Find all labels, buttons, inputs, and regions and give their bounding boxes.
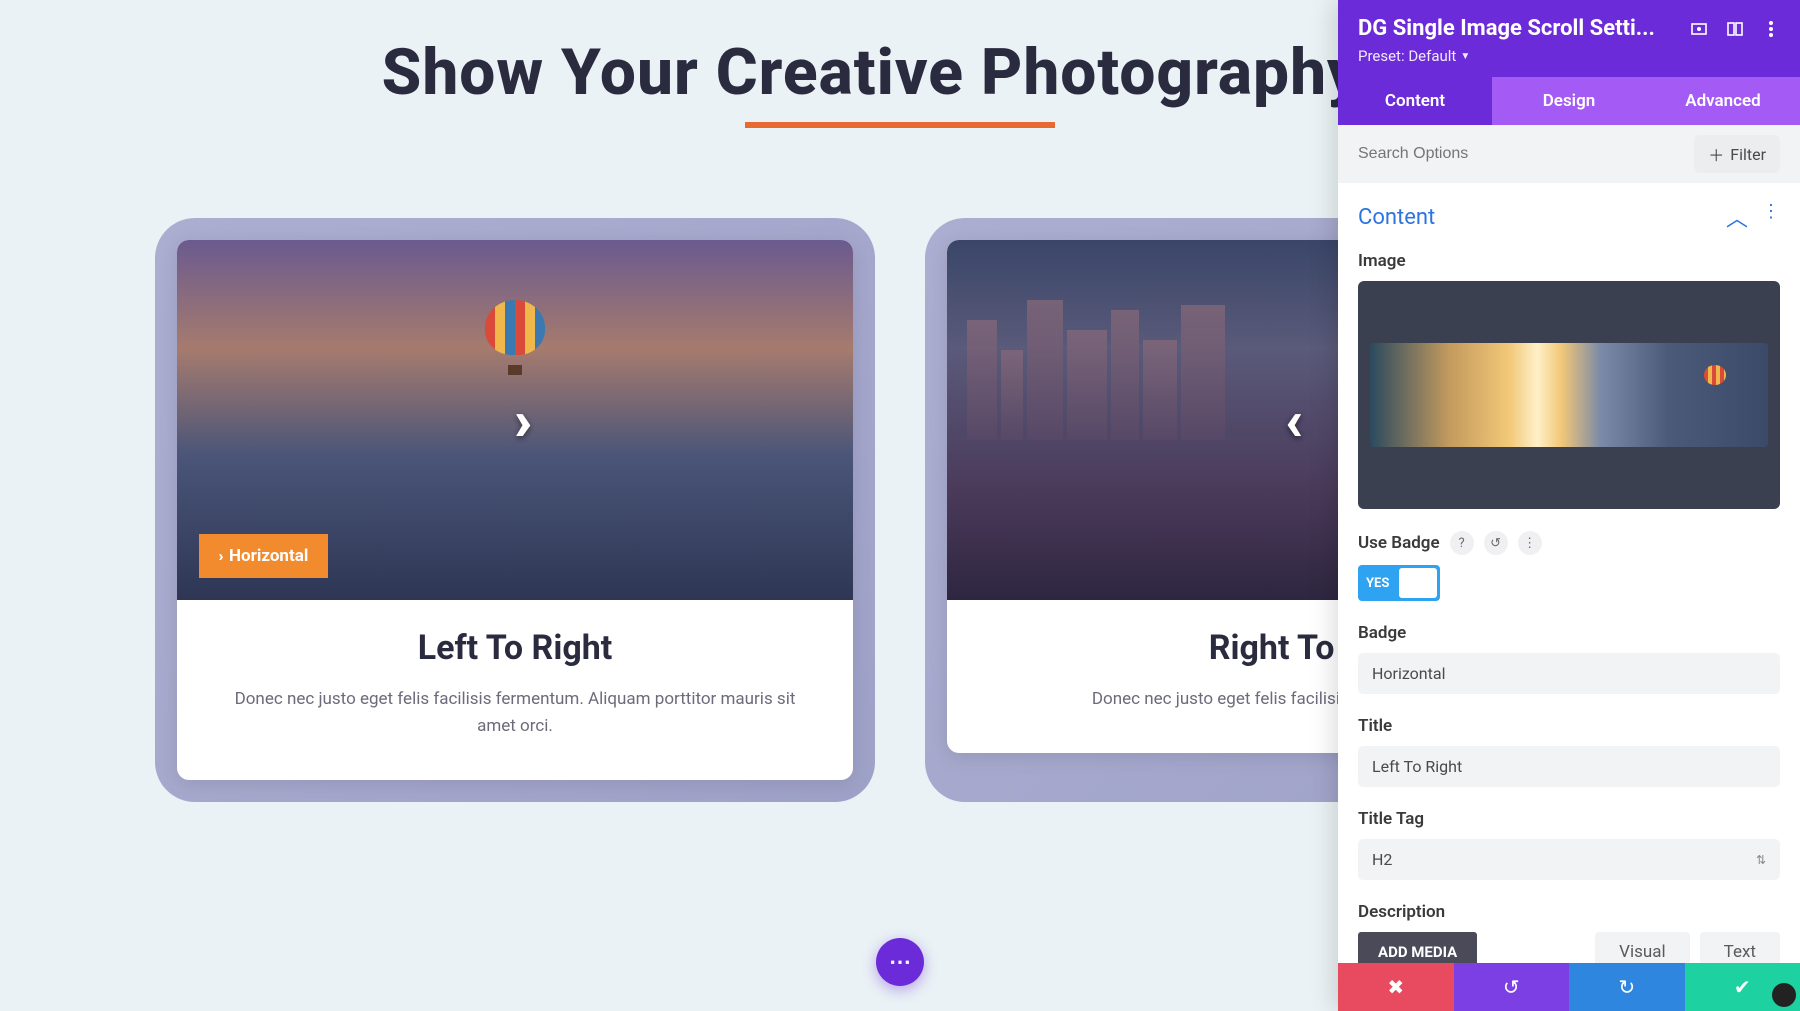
card-body: Left To Right Donec nec justo eget felis… (177, 600, 853, 780)
editor-tab-visual[interactable]: Visual (1595, 932, 1689, 963)
panel-title: DG Single Image Scroll Setti... (1358, 16, 1676, 41)
settings-panel: DG Single Image Scroll Setti... Preset: … (1338, 0, 1800, 1011)
corner-handle[interactable] (1772, 983, 1796, 1007)
card-description: Donec nec justo eget felis facilisis fer… (217, 686, 813, 740)
filter-label: Filter (1730, 145, 1766, 164)
fab-more-button[interactable]: ⋯ (876, 938, 924, 986)
section-header-content[interactable]: Content ︿ ⋮ (1358, 201, 1780, 233)
section-title: Content (1358, 205, 1435, 230)
preset-label: Preset: Default (1358, 47, 1456, 65)
editor-tab-text[interactable]: Text (1700, 932, 1780, 963)
tab-design[interactable]: Design (1492, 77, 1646, 125)
panel-body: Content ︿ ⋮ Image Use Badge ? ↺ ⋮ YES Ba… (1338, 183, 1800, 963)
snap-icon[interactable] (1726, 20, 1744, 38)
chevron-up-icon[interactable]: ︿ (1726, 201, 1748, 233)
more-icon[interactable]: ⋮ (1518, 531, 1542, 555)
card-1: ›› ›› Horizontal Left To Right Donec nec… (155, 218, 875, 802)
card-inner: ›› ›› Horizontal Left To Right Donec nec… (177, 240, 853, 780)
balloon-icon (485, 300, 545, 375)
caret-down-icon: ▼ (1460, 51, 1470, 62)
undo-button[interactable]: ↺ (1454, 963, 1570, 1011)
image-label: Image (1358, 251, 1406, 271)
add-media-button[interactable]: ADD MEDIA (1358, 932, 1477, 963)
image-preview[interactable] (1358, 281, 1780, 509)
reset-icon[interactable]: ↺ (1484, 531, 1508, 555)
dots-icon: ⋯ (889, 950, 911, 975)
title-label: Title (1358, 716, 1392, 736)
select-caret-icon: ⇅ (1756, 853, 1766, 867)
badge-input[interactable]: Horizontal (1358, 653, 1780, 694)
badge-label: Badge (1358, 623, 1406, 643)
title-tag-select[interactable]: H2 ⇅ (1358, 839, 1780, 880)
undo-icon: ↺ (1503, 975, 1520, 999)
panel-footer: ✖ ↺ ↻ ✔ (1338, 963, 1800, 1011)
redo-icon: ↻ (1618, 975, 1635, 999)
preview-balloon-icon (1704, 365, 1726, 393)
badge-chip: ›› Horizontal (199, 534, 328, 578)
redo-button[interactable]: ↻ (1569, 963, 1685, 1011)
help-icon[interactable]: ? (1450, 531, 1474, 555)
filter-button[interactable]: ＋ Filter (1694, 135, 1780, 173)
description-label: Description (1358, 902, 1445, 922)
toggle-knob (1399, 568, 1437, 598)
search-row: ＋ Filter (1338, 125, 1800, 183)
card-image[interactable]: ›› ›› Horizontal (177, 240, 853, 600)
check-icon: ✔ (1734, 975, 1751, 999)
expand-icon[interactable] (1690, 20, 1708, 38)
tab-content[interactable]: Content (1338, 77, 1492, 125)
use-badge-toggle[interactable]: YES (1358, 565, 1440, 601)
use-badge-label: Use Badge (1358, 533, 1440, 553)
title-underline (745, 120, 1055, 128)
cancel-button[interactable]: ✖ (1338, 963, 1454, 1011)
panel-header: DG Single Image Scroll Setti... Preset: … (1338, 0, 1800, 77)
title-tag-value: H2 (1372, 850, 1392, 869)
badge-text: Horizontal (229, 546, 308, 566)
card-title: Left To Right (217, 628, 813, 668)
title-input[interactable]: Left To Right (1358, 746, 1780, 787)
kebab-icon[interactable]: ⋮ (1762, 201, 1780, 233)
search-input[interactable] (1358, 145, 1694, 163)
toggle-yes-label: YES (1366, 576, 1389, 591)
preset-selector[interactable]: Preset: Default ▼ (1358, 47, 1780, 65)
panel-tabs: Content Design Advanced (1338, 77, 1800, 125)
kebab-icon[interactable] (1762, 20, 1780, 38)
tab-advanced[interactable]: Advanced (1646, 77, 1800, 125)
close-icon: ✖ (1387, 975, 1404, 999)
title-tag-label: Title Tag (1358, 809, 1424, 829)
plus-icon: ＋ (1708, 142, 1724, 166)
